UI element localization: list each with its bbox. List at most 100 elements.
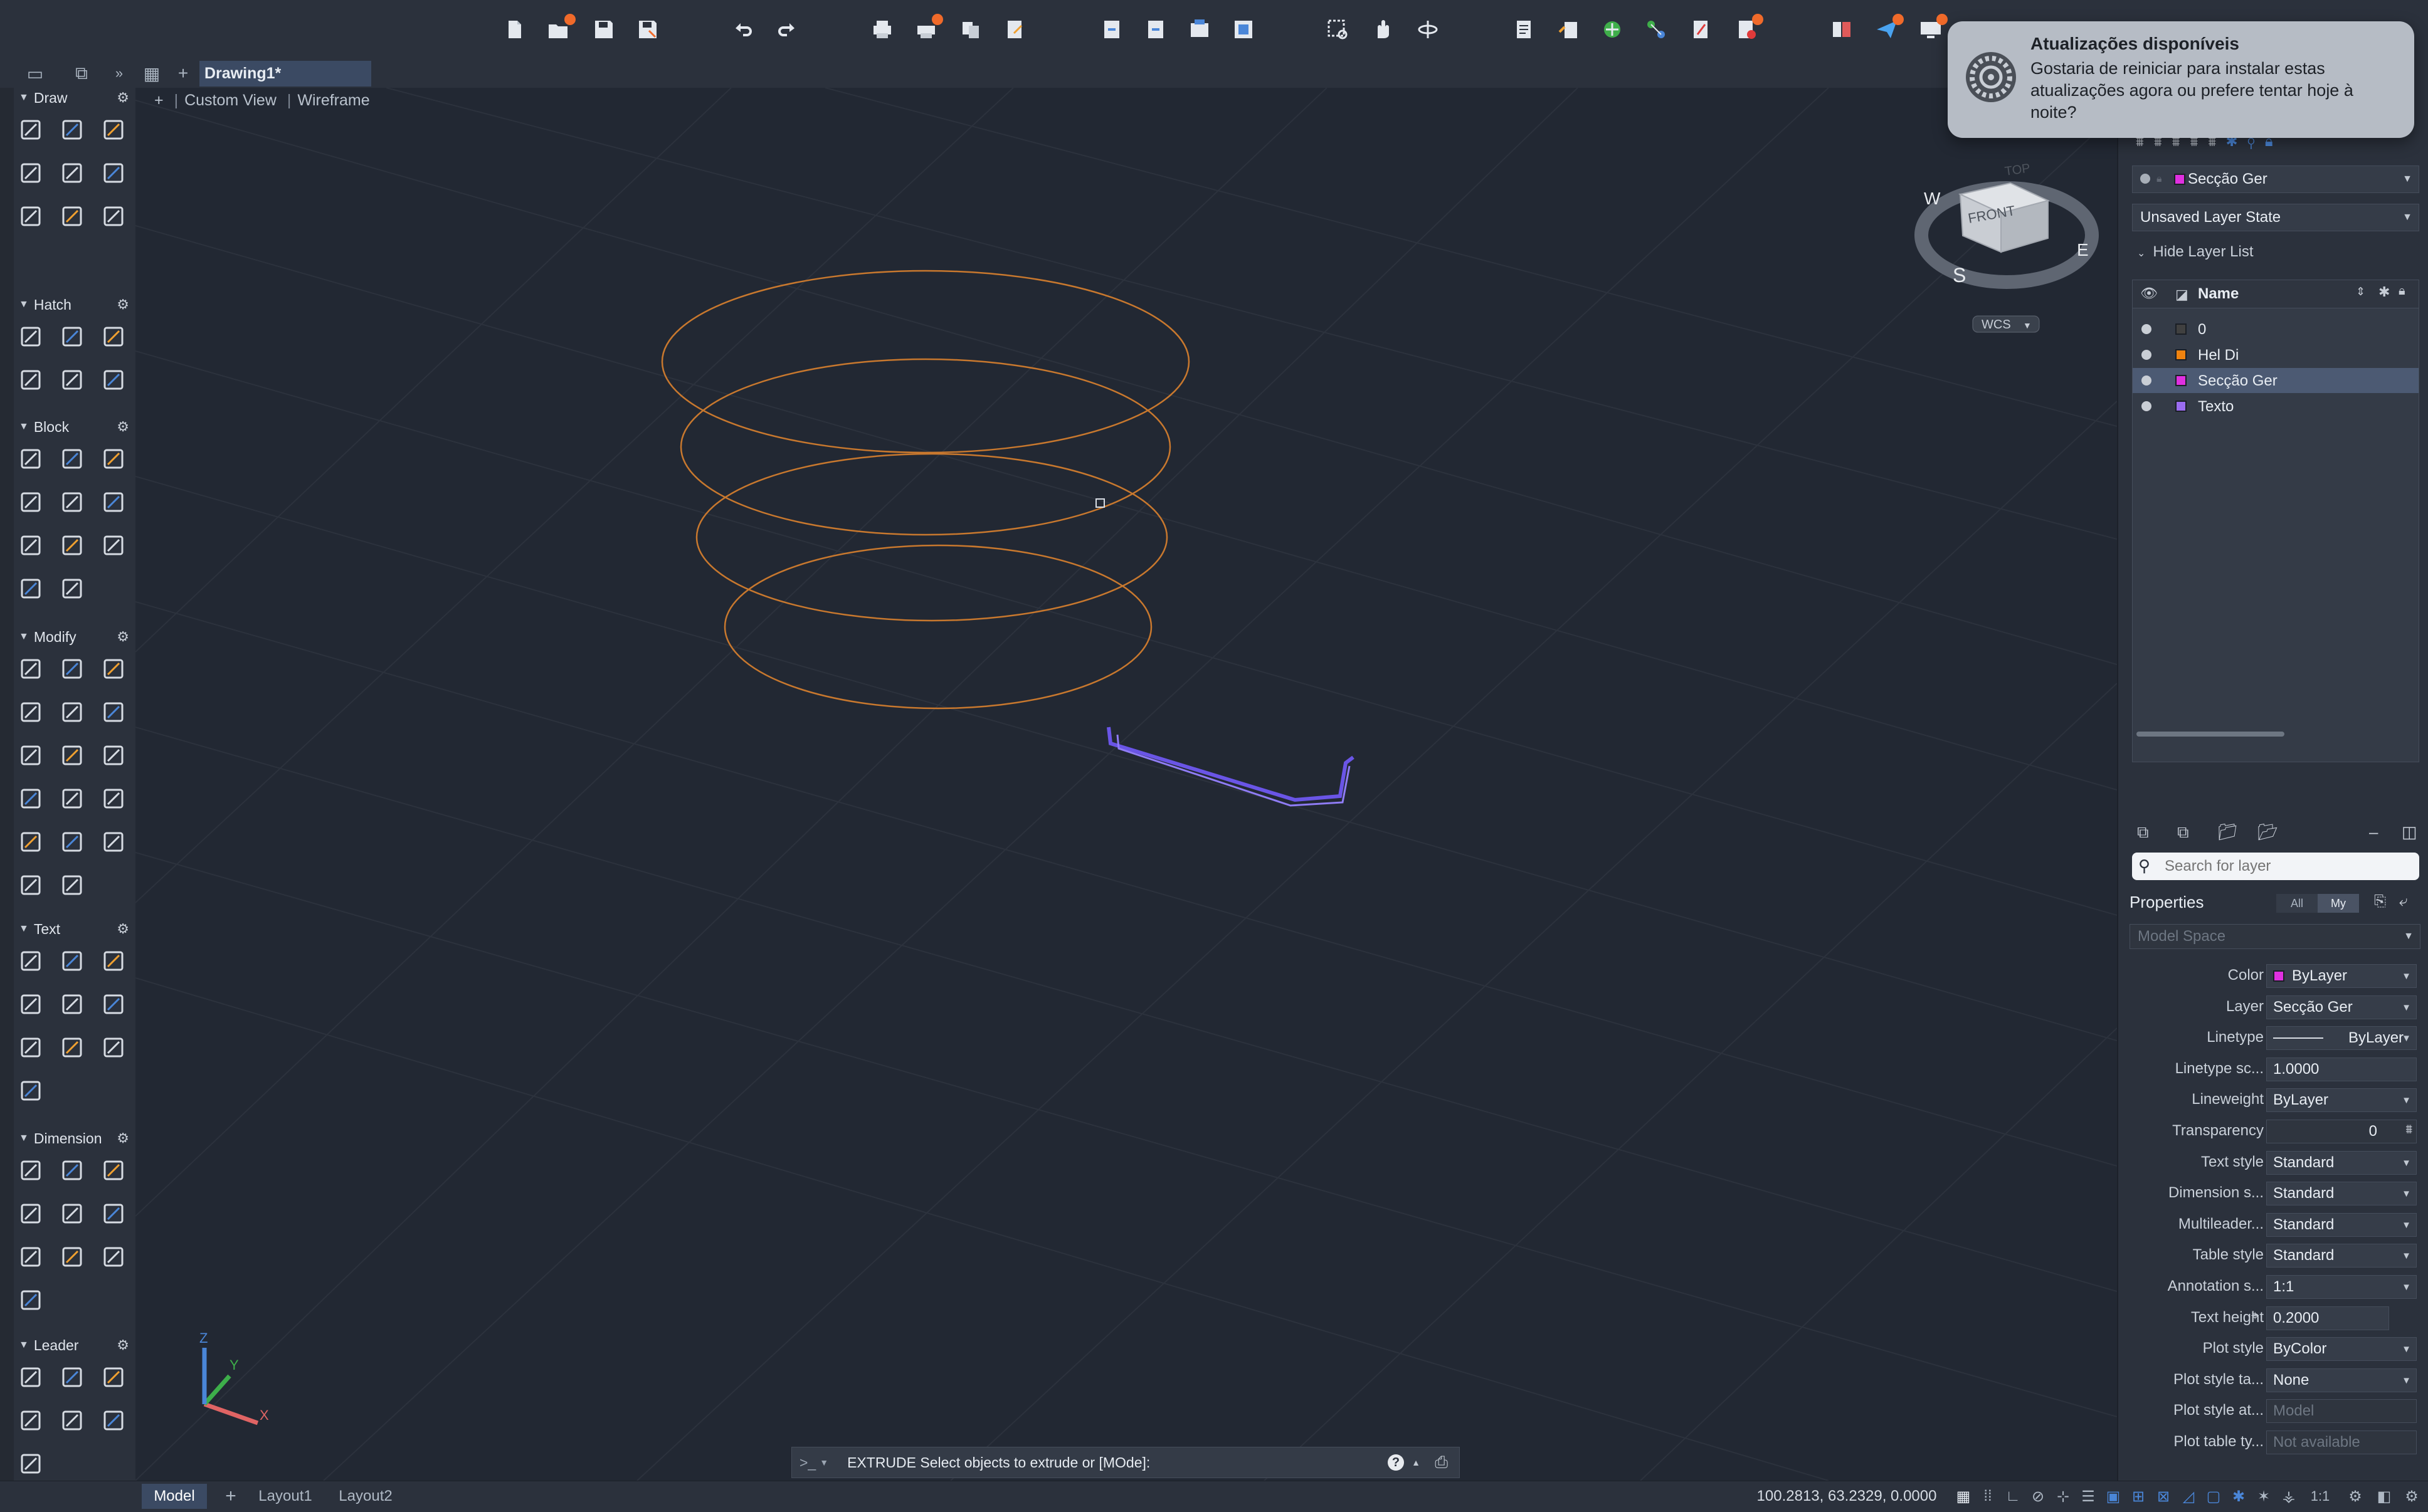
property-value[interactable]: None ▼: [2266, 1368, 2417, 1392]
collapse-block-icon[interactable]: ▼: [19, 421, 29, 433]
aligned-dim-icon[interactable]: [56, 1155, 88, 1186]
transparency-menu-icon[interactable]: ⩩: [2405, 1123, 2412, 1137]
new-layer-icon[interactable]: ⧉: [2137, 822, 2149, 843]
modify-settings-icon[interactable]: ⚙: [117, 629, 129, 645]
new-file-icon[interactable]: [502, 16, 528, 43]
ortho-toggle-icon[interactable]: ∟: [2002, 1484, 2024, 1509]
visibility-column-icon[interactable]: 👁︎: [2140, 285, 2158, 302]
pdf-text-icon[interactable]: [98, 1032, 129, 1063]
property-value[interactable]: 1:1 ▼: [2266, 1275, 2417, 1299]
3d-osnap-icon[interactable]: ⊠: [2152, 1484, 2175, 1509]
layer-search-input[interactable]: [2163, 856, 2410, 876]
continue-dim-icon[interactable]: [15, 1198, 46, 1229]
layer-list-scrollbar[interactable]: [2136, 732, 2284, 737]
offset-icon[interactable]: [56, 740, 88, 771]
collapse-leader-icon[interactable]: ▼: [19, 1340, 29, 1351]
layer-search-field[interactable]: ⚲: [2132, 853, 2419, 880]
layer-visibility-icon[interactable]: [2141, 324, 2151, 334]
osnap-toggle-icon[interactable]: ⊹: [2052, 1484, 2074, 1509]
polyline-icon[interactable]: [56, 114, 88, 145]
collapse-chevron-icon[interactable]: ⌄: [2137, 248, 2145, 259]
page-setup-icon[interactable]: [1002, 16, 1028, 43]
transparency-toggle-icon[interactable]: ▣: [2102, 1484, 2124, 1509]
spline-icon[interactable]: [98, 157, 129, 189]
single-text-icon[interactable]: [56, 945, 88, 977]
pan-icon[interactable]: [1370, 16, 1396, 43]
delete-layer-icon[interactable]: –: [2369, 822, 2378, 842]
add-layout-icon[interactable]: +: [219, 1484, 242, 1509]
save-icon[interactable]: [591, 16, 617, 43]
help-icon[interactable]: ?: [1388, 1454, 1404, 1471]
lengthen-icon[interactable]: [15, 869, 46, 901]
plot-icon[interactable]: [869, 16, 895, 43]
save-as-icon[interactable]: [635, 16, 661, 43]
palette-section-modify[interactable]: ▼ Modify ⚙: [14, 627, 135, 647]
center-mark-icon[interactable]: [98, 1241, 129, 1273]
command-settings-icon[interactable]: ⎙: [1435, 1452, 1448, 1473]
lock-column-icon[interactable]: 🔒︎: [2399, 284, 2405, 298]
zoom-window-icon[interactable]: [1324, 16, 1351, 43]
dim-style-icon[interactable]: [98, 1198, 129, 1229]
profile-polyline[interactable]: [1107, 727, 1354, 807]
erase-icon[interactable]: [56, 869, 88, 901]
edit-block-icon[interactable]: [98, 443, 129, 475]
multiline-text-icon[interactable]: [15, 945, 46, 977]
color-column-icon[interactable]: ◪: [2175, 286, 2188, 303]
design-center-icon[interactable]: [1599, 16, 1625, 43]
sort-icon[interactable]: ⇕: [2356, 285, 2365, 298]
help-chevron-icon[interactable]: ▲: [1412, 1457, 1420, 1467]
batch-plot-icon[interactable]: [913, 14, 943, 43]
circle-icon[interactable]: [98, 114, 129, 145]
freeze-column-icon[interactable]: ✱: [2378, 284, 2390, 300]
layer-visibility-icon[interactable]: [2141, 375, 2151, 386]
annotation-scale[interactable]: 1:1: [2301, 1484, 2339, 1509]
workspace-icon[interactable]: ⚙: [2343, 1484, 2368, 1509]
tolerance-dim-icon[interactable]: [56, 1241, 88, 1273]
dynamic-ucs-icon[interactable]: ◿: [2177, 1484, 2200, 1509]
import-icon[interactable]: [1099, 16, 1125, 43]
sheet-set-icon[interactable]: [1230, 16, 1257, 43]
hatch-settings-icon[interactable]: ⚙: [117, 297, 129, 313]
properties-tool-icon[interactable]: [1511, 16, 1538, 43]
draw-settings-icon[interactable]: ⚙: [117, 90, 129, 106]
sync-block-icon[interactable]: [15, 573, 46, 604]
command-text[interactable]: EXTRUDE Select objects to extrude or [MO…: [847, 1454, 1150, 1471]
palette-section-dimension[interactable]: ▼ Dimension ⚙: [14, 1128, 135, 1148]
tab-drawing1[interactable]: Drawing1*: [199, 61, 371, 87]
new-tab-button[interactable]: +: [172, 62, 194, 85]
property-value[interactable]: ByLayer ▼: [2266, 964, 2417, 988]
undo-icon[interactable]: [730, 16, 756, 43]
write-block-icon[interactable]: [56, 530, 88, 561]
radius-dim-icon[interactable]: [56, 1198, 88, 1229]
name-column-header[interactable]: Name: [2198, 285, 2239, 303]
compass-west-label[interactable]: W: [1924, 189, 1941, 208]
ordinate-dim-icon[interactable]: [15, 1241, 46, 1273]
compass-east-label[interactable]: E: [2077, 240, 2089, 260]
spell-check-icon[interactable]: [56, 989, 88, 1020]
collapse-modify-icon[interactable]: ▼: [19, 631, 29, 643]
match-properties-icon[interactable]: [1555, 16, 1581, 43]
collapse-dimension-icon[interactable]: ▼: [19, 1133, 29, 1144]
rotate-icon[interactable]: [15, 696, 46, 728]
polar-toggle-icon[interactable]: ⊘: [2027, 1484, 2049, 1509]
model-space-canvas[interactable]: X Y Z TOP FRONT W S E WCS ▼: [135, 88, 2117, 1481]
auto-scale-icon[interactable]: ⚶: [2278, 1484, 2300, 1509]
hatch-icon[interactable]: [15, 321, 46, 352]
coordinate-readout[interactable]: 100.2813, 63.2329, 0.0000: [1743, 1484, 1950, 1509]
multileader-icon[interactable]: [15, 1362, 46, 1393]
block-attribute-icon[interactable]: [15, 486, 46, 518]
mirror-icon[interactable]: [98, 653, 129, 685]
palette-section-hatch[interactable]: ▼ Hatch ⚙: [14, 295, 135, 315]
palette-section-block[interactable]: ▼ Block ⚙: [14, 417, 135, 437]
expand-palette-icon[interactable]: »: [108, 62, 130, 85]
property-value[interactable]: ByLayer ▼: [2266, 1026, 2417, 1050]
redo-icon[interactable]: [774, 16, 800, 43]
layer-group-icon[interactable]: 📁︎: [2217, 822, 2238, 842]
drawing-viewport[interactable]: + | Custom View | Wireframe X Y Z TOP FR…: [135, 88, 2117, 1481]
snap-toggle-icon[interactable]: ⁞⁞: [1977, 1484, 1999, 1509]
layer-row[interactable]: Secção Ger: [2133, 368, 2419, 393]
layer-color-swatch[interactable]: [2175, 375, 2187, 386]
remove-leader-icon[interactable]: [98, 1362, 129, 1393]
fillet-icon[interactable]: [15, 740, 46, 771]
gradient-icon[interactable]: [56, 321, 88, 352]
